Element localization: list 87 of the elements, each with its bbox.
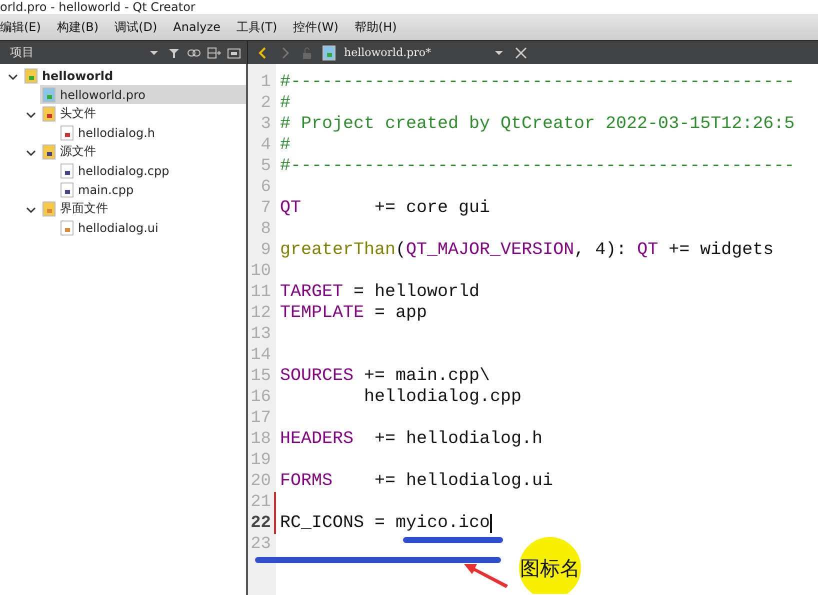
code-token: FORMS [280, 471, 333, 492]
line-number: 13 [250, 324, 272, 345]
code-token: # [280, 135, 291, 156]
code-token: SOURCES [280, 366, 354, 387]
annotation-label: 图标名 [520, 555, 580, 582]
panel-title: 项目 [10, 44, 35, 61]
folder-icon [42, 200, 56, 216]
window-title: orld.pro - helloworld - Qt Creator [0, 0, 196, 14]
code-token: HEADERS [280, 429, 354, 450]
tree-item[interactable]: hellodialog.cpp [58, 161, 246, 180]
code-token: #------------------------------------------------ [280, 156, 795, 177]
file-icon [42, 86, 56, 102]
code-token: = helloworld [352, 282, 480, 303]
code-token: , 4): [574, 240, 628, 261]
menu-item[interactable]: 构建(B) [56, 18, 99, 36]
tree-item[interactable]: helloworld.pro [40, 85, 246, 104]
line-number: 1 [260, 72, 272, 93]
menu-item[interactable]: 控件(W) [293, 18, 338, 36]
code-token: += hellodialog.h [374, 429, 543, 450]
code-token: += main.cpp\ [363, 366, 490, 387]
line-number: 2 [260, 93, 272, 114]
line-number: 19 [250, 450, 272, 471]
line-number: 7 [260, 198, 272, 219]
folder-icon [42, 144, 56, 160]
line-number: 6 [260, 177, 272, 198]
tree-item[interactable]: helloworld [22, 66, 246, 85]
file-icon [60, 220, 74, 236]
menu-item[interactable]: 工具(T) [236, 18, 278, 36]
code-token: QT_MAJOR_VERSION [406, 240, 574, 261]
chevron-icon[interactable] [26, 206, 36, 214]
close-pane-icon[interactable] [227, 46, 241, 60]
code-token: += widgets [668, 240, 774, 261]
line-number: 23 [250, 534, 272, 555]
tree-item[interactable]: hellodialog.ui [58, 218, 246, 237]
arrow-drawing [464, 564, 508, 588]
split-icon[interactable] [207, 46, 221, 60]
code-token: hellodialog.cpp [363, 387, 522, 408]
close-icon[interactable] [514, 46, 528, 60]
chevron-icon[interactable] [26, 149, 36, 157]
file-icon [60, 182, 74, 198]
line-number: 11 [250, 282, 272, 303]
file-icon [322, 44, 336, 60]
menu-item[interactable]: 调试(D) [114, 18, 158, 36]
folder-icon [42, 106, 56, 122]
line-number: 20 [250, 471, 272, 492]
line-number: 18 [250, 429, 272, 450]
chevron-icon[interactable] [8, 73, 18, 81]
line-number: 22 [248, 513, 276, 534]
file-icon [60, 124, 74, 140]
line-number: 15 [250, 366, 272, 387]
code-token: += hellodialog.ui [374, 471, 554, 492]
line-number: 3 [260, 114, 272, 135]
text-cursor [490, 514, 492, 533]
code-token: # Project created by QtCreator 2022-03-15T12:26:5 [280, 114, 795, 135]
chevron-icon[interactable] [26, 111, 36, 119]
code-token: RC_ICONS = myico.ico [280, 513, 490, 534]
line-number: 12 [250, 303, 272, 324]
code-token: ( [396, 240, 406, 261]
line-number: 8 [260, 219, 272, 240]
code-token: TARGET [280, 282, 344, 303]
line-number: 10 [250, 261, 272, 282]
code-token: += core gui [374, 198, 490, 219]
code-token: QT [280, 198, 302, 219]
tree-item[interactable]: 头文件 [40, 104, 246, 123]
line-number: 14 [250, 345, 272, 366]
line-number: 9 [260, 240, 272, 261]
menu-item[interactable]: 编辑(E) [0, 18, 41, 36]
line-number: 5 [260, 156, 272, 177]
tree-item[interactable]: main.cpp [58, 180, 246, 199]
tree-item[interactable]: 界面文件 [40, 199, 246, 218]
menu-item[interactable]: Analyze [173, 20, 220, 34]
tree-item[interactable]: 源文件 [40, 142, 246, 161]
editor-tab[interactable]: helloworld.pro* [344, 46, 484, 59]
code-token: # [280, 93, 291, 114]
line-number: 17 [250, 408, 272, 429]
folder-icon [24, 68, 38, 84]
code-token: = app [374, 303, 428, 324]
code-token: TEMPLATE [280, 303, 364, 324]
menu-item[interactable]: 帮助(H) [354, 18, 397, 36]
line-number: 16 [250, 387, 272, 408]
file-icon [60, 162, 74, 178]
code-token: greaterThan [280, 240, 396, 261]
code-token: #------------------------------------------------ [280, 72, 795, 93]
tree-item[interactable]: hellodialog.h [58, 123, 246, 142]
code-token: QT [637, 240, 658, 261]
line-number: 21 [248, 492, 276, 513]
line-number: 4 [260, 135, 272, 156]
